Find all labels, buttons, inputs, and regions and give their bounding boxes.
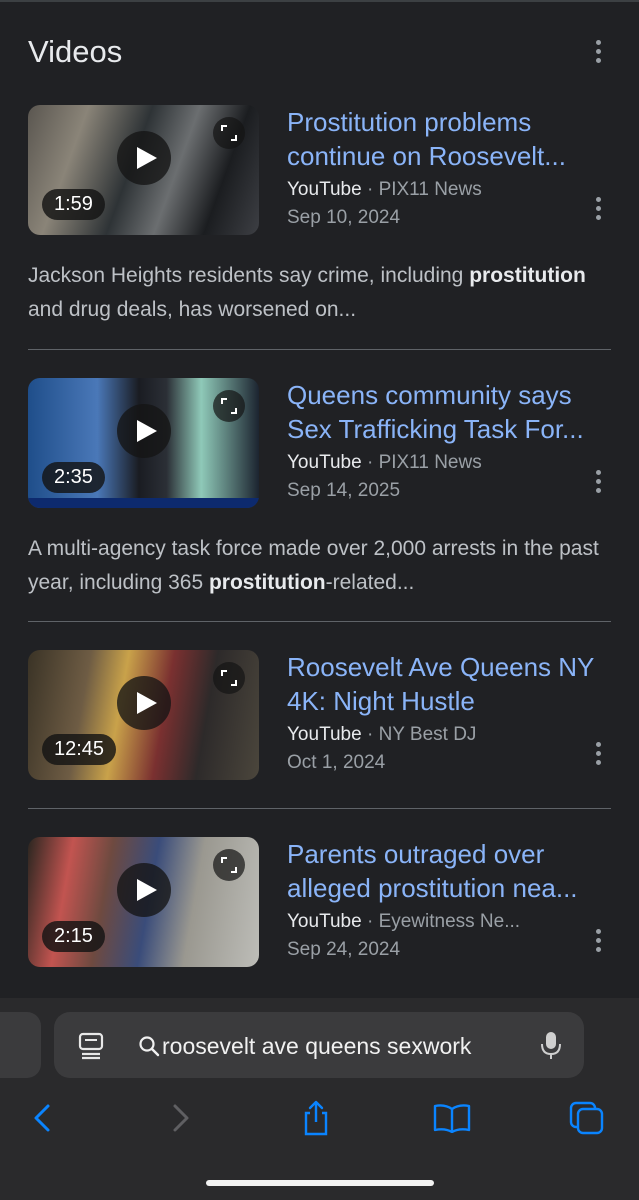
home-indicator — [206, 1180, 434, 1186]
video-duration: 1:59 — [42, 189, 105, 220]
share-icon[interactable] — [296, 1098, 336, 1138]
video-more-icon[interactable] — [586, 738, 610, 768]
tabs-icon[interactable] — [567, 1098, 607, 1138]
play-icon — [117, 676, 171, 730]
video-thumbnail[interactable]: 12:45 — [28, 650, 259, 780]
video-date: Oct 1, 2024 — [287, 752, 386, 773]
separator-dot: · — [361, 452, 379, 473]
video-duration: 2:35 — [42, 462, 105, 493]
video-platform: YouTube — [287, 179, 362, 200]
video-platform: YouTube — [287, 452, 362, 473]
video-thumbnail[interactable]: 1:59 — [28, 105, 259, 235]
address-bar-query[interactable]: roosevelt ave queens sexwork — [162, 1033, 471, 1060]
video-source: YouTube · PIX11 News — [287, 179, 482, 201]
divider — [28, 808, 611, 809]
video-title-link[interactable]: Roosevelt Ave Queens NY 4K: Night Hustle — [287, 650, 617, 718]
video-source: YouTube · NY Best DJ — [287, 724, 476, 746]
expand-icon[interactable] — [213, 117, 245, 149]
separator-dot: · — [361, 179, 379, 200]
search-icon — [138, 1035, 160, 1057]
reader-icon[interactable] — [78, 1032, 104, 1060]
video-source: YouTube · PIX11 News — [287, 452, 482, 474]
video-more-icon[interactable] — [586, 466, 610, 496]
snippet-highlight: prostitution — [208, 571, 326, 594]
play-icon — [117, 863, 171, 917]
video-duration: 12:45 — [42, 734, 117, 765]
video-platform: YouTube — [287, 911, 362, 932]
video-thumbnail[interactable]: 2:15 — [28, 837, 259, 967]
expand-icon[interactable] — [213, 849, 245, 881]
snippet-highlight: prostitution — [469, 264, 586, 287]
video-duration: 2:15 — [42, 921, 105, 952]
video-title-link[interactable]: Queens community says Sex Trafficking Ta… — [287, 378, 617, 446]
video-date: Sep 10, 2024 — [287, 207, 401, 228]
back-icon[interactable] — [22, 1098, 62, 1138]
separator-dot: · — [361, 724, 379, 745]
video-title-link[interactable]: Prostitution problems continue on Roosev… — [287, 105, 617, 173]
play-icon — [117, 404, 171, 458]
video-channel: PIX11 News — [378, 179, 482, 200]
divider — [28, 349, 611, 350]
video-title-link[interactable]: Parents outraged over alleged prostituti… — [287, 837, 617, 905]
video-platform: YouTube — [287, 724, 362, 745]
video-snippet: A multi-agency task force made over 2,00… — [28, 532, 618, 600]
bookmarks-icon[interactable] — [432, 1098, 472, 1138]
video-thumbnail[interactable]: 2:35 — [28, 378, 259, 508]
play-icon — [117, 131, 171, 185]
video-channel: Eyewitness Ne... — [378, 911, 521, 932]
video-snippet: Jackson Heights residents say crime, inc… — [28, 259, 618, 327]
video-channel: PIX11 News — [378, 452, 482, 473]
microphone-icon[interactable] — [540, 1031, 562, 1061]
divider — [28, 621, 611, 622]
news-ticker — [28, 498, 259, 508]
video-more-icon[interactable] — [586, 925, 610, 955]
section-title: Videos — [28, 34, 123, 69]
snippet-text: -related... — [325, 571, 415, 594]
video-source: YouTube · Eyewitness Ne... — [287, 911, 520, 933]
expand-icon[interactable] — [213, 662, 245, 694]
previous-tab-pill[interactable] — [0, 1012, 41, 1078]
expand-icon[interactable] — [213, 390, 245, 422]
forward-icon[interactable] — [161, 1098, 201, 1138]
snippet-text: and drug deals, has worsened on... — [28, 298, 357, 321]
video-date: Sep 24, 2024 — [287, 939, 401, 960]
top-border — [0, 0, 639, 2]
video-more-icon[interactable] — [586, 193, 610, 223]
video-date: Sep 14, 2025 — [287, 480, 401, 501]
section-more-icon[interactable] — [586, 36, 610, 66]
snippet-text: Jackson Heights residents say crime, inc… — [28, 264, 470, 287]
separator-dot: · — [361, 911, 379, 932]
video-channel: NY Best DJ — [378, 724, 477, 745]
